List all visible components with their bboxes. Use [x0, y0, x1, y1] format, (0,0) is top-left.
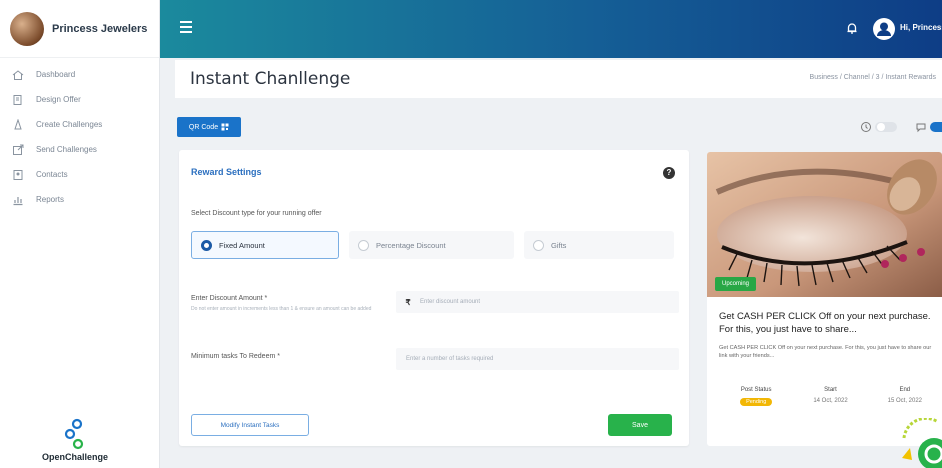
end-column: End 15 Oct, 2022 — [868, 387, 942, 406]
option-label: Percentage Discount — [376, 240, 446, 250]
tasks-label: Minimum tasks To Redeem * — [191, 353, 280, 360]
brand[interactable]: Princess Jewelers — [0, 0, 159, 58]
brand-name: Princess Jewelers — [52, 22, 148, 35]
sidebar-item-label: Reports — [36, 195, 65, 204]
start-column: Start 14 Oct, 2022 — [793, 387, 867, 406]
min-tasks-input[interactable]: Enter a number of tasks required — [396, 348, 679, 370]
sidebar-nav: Dashboard Design Offer Create Challenges… — [0, 58, 159, 212]
brand-avatar — [10, 11, 44, 46]
title-bar: Instant Chanllenge Business / Channel / … — [175, 60, 942, 98]
send-icon — [12, 144, 24, 156]
view-toggles — [860, 118, 942, 136]
option-gifts[interactable]: Gifts — [524, 231, 674, 259]
offer-preview-card[interactable]: Upcoming Get CASH PER CLICK Off on your … — [707, 152, 942, 446]
offer-headline: Get CASH PER CLICK Off on your next purc… — [719, 311, 931, 335]
history-toggle[interactable] — [875, 122, 897, 132]
design-icon — [12, 94, 24, 106]
currency-symbol: ₹ — [405, 297, 411, 307]
breadcrumb[interactable]: Business / Channel / 3 / Instant Rewards — [810, 74, 936, 81]
offer-image: Upcoming — [707, 152, 942, 297]
chat-support-icon[interactable] — [898, 418, 942, 468]
column-header: Start — [824, 387, 837, 393]
history-icon — [861, 122, 871, 132]
option-percentage-discount[interactable]: Percentage Discount — [349, 231, 514, 259]
column-header: Post Status — [740, 387, 772, 393]
offer-status-table: Post Status Pending Start 14 Oct, 2022 E… — [719, 387, 942, 406]
user-avatar[interactable] — [873, 18, 895, 40]
discount-type-prompt: Select Discount type for your running of… — [191, 210, 322, 217]
chat-icon — [916, 123, 926, 133]
sidebar-item-label: Create Challenges — [36, 120, 103, 129]
chat-toggle[interactable] — [930, 122, 942, 132]
user-greeting[interactable]: Hi, Princess — [900, 23, 942, 32]
post-status-column: Post Status Pending — [719, 387, 793, 406]
option-label: Fixed Amount — [219, 240, 265, 250]
logo-text: OpenChallenge — [41, 452, 108, 462]
amount-label: Enter Discount Amount * — [191, 295, 268, 302]
sidebar-item-label: Send Challenges — [36, 145, 97, 154]
radio-selected-icon — [201, 239, 212, 251]
menu-icon[interactable] — [180, 21, 192, 33]
sidebar-item-create-challenges[interactable]: Create Challenges — [0, 112, 159, 137]
save-button[interactable]: Save — [608, 414, 672, 436]
amount-placeholder: Enter discount amount — [420, 299, 481, 305]
sidebar-item-contacts[interactable]: Contacts — [0, 162, 159, 187]
tasks-placeholder: Enter a number of tasks required — [406, 356, 494, 362]
sidebar: Princess Jewelers Dashboard Design Offer… — [0, 0, 160, 468]
user-icon — [877, 22, 891, 36]
reward-settings-card: Reward Settings ? Select Discount type f… — [179, 150, 689, 446]
end-date: 15 Oct, 2022 — [887, 398, 922, 404]
sidebar-item-label: Dashboard — [36, 70, 76, 79]
offer-description: Get CASH PER CLICK Off on your next purc… — [719, 345, 932, 359]
challenge-icon — [12, 118, 24, 131]
sidebar-item-label: Design Offer — [36, 95, 81, 104]
openchallenge-logo-icon — [64, 418, 84, 450]
contacts-icon — [12, 169, 24, 181]
column-header: End — [899, 387, 911, 393]
option-label: Gifts — [551, 240, 567, 250]
bell-icon[interactable] — [845, 21, 859, 35]
page-title: Instant Chanllenge — [190, 69, 351, 89]
sidebar-item-reports[interactable]: Reports — [0, 187, 159, 212]
sidebar-item-send-challenges[interactable]: Send Challenges — [0, 137, 159, 162]
option-fixed-amount[interactable]: Fixed Amount — [191, 231, 339, 259]
pending-badge: Pending — [740, 398, 773, 406]
card-title: Reward Settings — [191, 167, 262, 177]
status-badge: Upcoming — [715, 277, 757, 291]
app-frame: Princess Jewelers Dashboard Design Offer… — [0, 0, 942, 468]
qr-code-button[interactable]: QR Code — [177, 117, 241, 137]
radio-icon — [358, 239, 369, 251]
discount-amount-input[interactable]: ₹ Enter discount amount — [396, 291, 679, 313]
openchallenge-logo: OpenChallenge — [30, 418, 120, 462]
dashboard-icon — [12, 69, 24, 81]
reports-icon — [12, 194, 24, 206]
qr-code-label: QR Code — [188, 123, 219, 131]
sidebar-item-dashboard[interactable]: Dashboard — [0, 62, 159, 87]
radio-icon — [533, 239, 544, 251]
amount-help-text: Do not enter amount in increments less t… — [191, 306, 372, 312]
modify-instant-tasks-button[interactable]: Modify Instant Tasks — [191, 414, 309, 436]
qr-icon — [221, 123, 229, 131]
sidebar-item-design-offer[interactable]: Design Offer — [0, 87, 159, 112]
start-date: 14 Oct, 2022 — [813, 398, 848, 404]
sidebar-item-label: Contacts — [36, 170, 68, 179]
top-bar: Hi, Princess — [160, 0, 942, 58]
help-icon[interactable]: ? — [663, 167, 675, 179]
